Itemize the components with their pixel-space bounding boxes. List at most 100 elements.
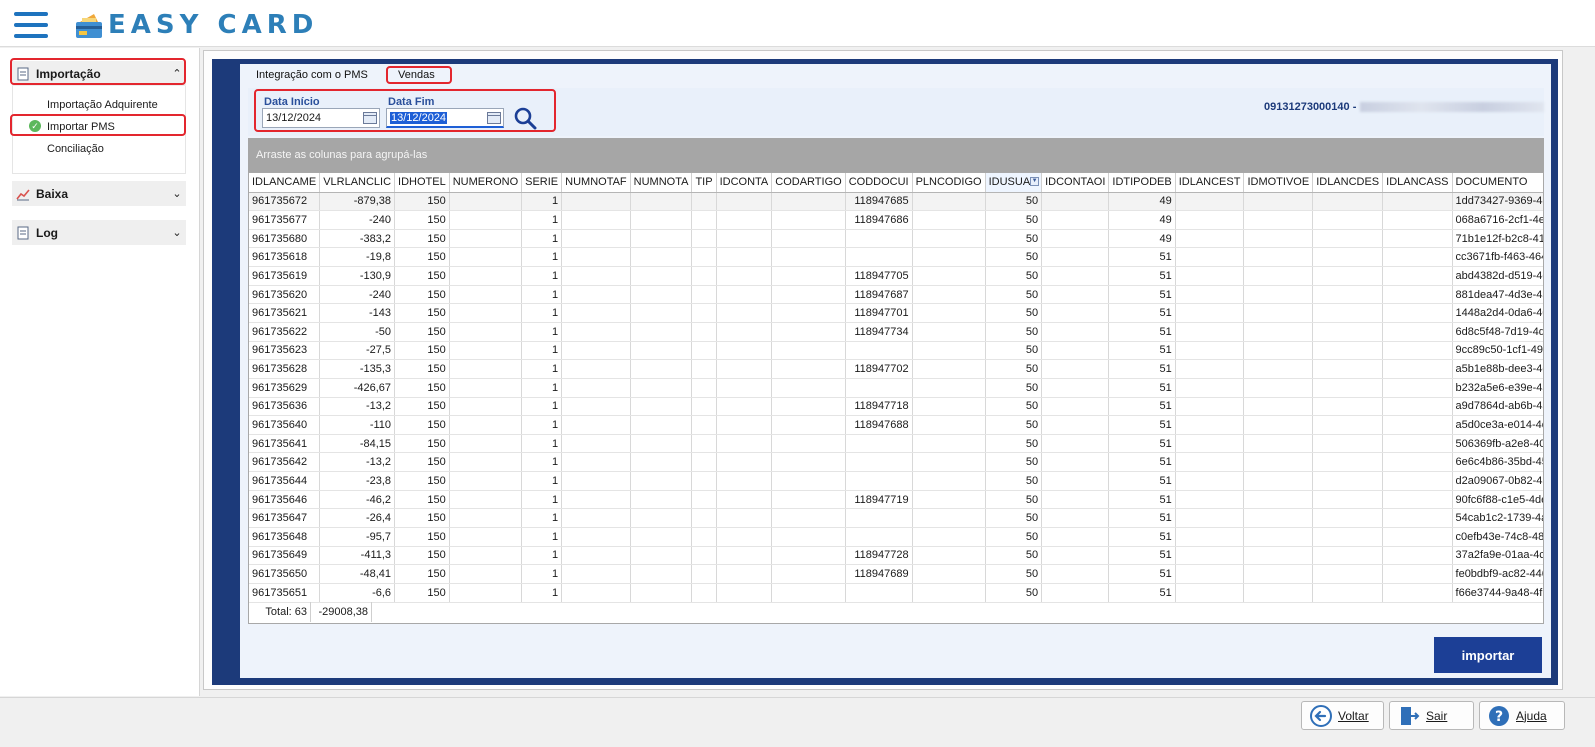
calendar-icon[interactable] bbox=[487, 112, 501, 124]
table-cell bbox=[1041, 210, 1110, 230]
table-row[interactable]: 961735642-13,2150150516e6c4b86-35bd-456a… bbox=[249, 452, 1543, 473]
importar-button[interactable]: importar bbox=[1434, 637, 1542, 673]
sidebar-section-importacao[interactable]: Importação ⌃ bbox=[12, 61, 186, 86]
table-row[interactable]: 961735646 -46,2 150 1 118947719 50 51 90fc6f88-… bbox=[249, 490, 1543, 510]
table-row[interactable]: 961735640 -110 150 1 118947688 50 51 a5d0ce3a-e… bbox=[249, 415, 1543, 435]
table-row[interactable]: 961735648-95,715015051c0efb43e-74c8-48ba… bbox=[249, 527, 1543, 547]
table-row[interactable]: 961735629-426,6715015051b232a5e6-e39e-4a… bbox=[249, 378, 1543, 398]
data-inicio-input[interactable]: 13/12/2024 bbox=[262, 108, 380, 128]
table-row[interactable]: 961735619 -130,9 150 1 118947705 50 51 abd4382d… bbox=[249, 266, 1543, 286]
data-fim-input[interactable]: 13/12/2024 bbox=[386, 108, 504, 128]
chevron-up-icon[interactable]: ⌃ bbox=[168, 67, 186, 80]
table-cell bbox=[1041, 397, 1110, 417]
table-cell bbox=[1382, 397, 1453, 417]
table-row[interactable]: 961735618-19,815015051cc3671fb-f463-464b… bbox=[249, 247, 1543, 268]
table-row[interactable]: 961735672 -879,38 150 1 118947685 50 49 1dd7342… bbox=[249, 192, 1543, 212]
column-header-serie[interactable]: SERIE bbox=[521, 173, 563, 193]
table-cell bbox=[1312, 583, 1384, 603]
sidebar-section-log[interactable]: Log ⌄ bbox=[12, 220, 186, 245]
table-cell: 1 bbox=[521, 210, 563, 230]
column-header-idhotel[interactable]: IDHOTEL bbox=[394, 173, 450, 193]
table-cell bbox=[630, 434, 693, 454]
column-header-idlancest[interactable]: IDLANCEST bbox=[1175, 173, 1245, 193]
table-row[interactable]: 961735622 -50 150 1 118947734 50 51 6d8c5f48-7d… bbox=[249, 322, 1543, 342]
table-cell bbox=[912, 527, 986, 547]
table-cell: 150 bbox=[394, 210, 450, 230]
table-cell bbox=[449, 583, 523, 603]
chevron-down-icon[interactable]: ⌄ bbox=[168, 187, 186, 200]
table-cell bbox=[1312, 303, 1384, 323]
table-row[interactable]: 961735650 -48,41 150 1 118947689 50 51 fe0bdbf9… bbox=[249, 564, 1543, 584]
table-cell bbox=[1175, 247, 1245, 268]
group-by-area[interactable]: Arraste as colunas para agrupá-las bbox=[248, 138, 1544, 172]
table-cell bbox=[771, 378, 846, 398]
column-header-idusuar[interactable]: IDUSUAR ▼ bbox=[985, 173, 1043, 193]
table-cell bbox=[912, 397, 986, 417]
filter-icon[interactable]: ▼ bbox=[1030, 177, 1040, 186]
tab-vendas[interactable]: Vendas bbox=[398, 69, 435, 81]
column-header-coddocui[interactable]: CODDOCUI bbox=[845, 173, 913, 193]
table-cell bbox=[1175, 564, 1245, 584]
table-cell bbox=[716, 285, 773, 305]
table-row[interactable]: 961735628 -135,3 150 1 118947702 50 51 a5b1e88b… bbox=[249, 359, 1543, 379]
table-cell: 51 bbox=[1108, 247, 1176, 268]
table-row[interactable]: 961735644-23,815015051d2a09067-0b82-431b… bbox=[249, 471, 1543, 491]
column-header-idmotivoe[interactable]: IDMOTIVOE bbox=[1243, 173, 1314, 193]
table-row[interactable]: 961735620 -240 150 1 118947687 50 51 881dea47-4… bbox=[249, 285, 1543, 305]
table-cell bbox=[1382, 359, 1453, 379]
sidebar-item-conciliacao[interactable]: Conciliação bbox=[47, 143, 104, 155]
column-header-numnota[interactable]: NUMNOTA bbox=[630, 173, 693, 193]
table-cell: b232a5e6-e39e-4a5b-9 bbox=[1452, 378, 1543, 398]
sidebar-item-importar-pms[interactable]: Importar PMS bbox=[47, 121, 115, 133]
table-row[interactable]: 961735680-383,21501504971b1e12f-b2c8-411… bbox=[249, 229, 1543, 249]
table-cell bbox=[1175, 471, 1245, 491]
voltar-button[interactable]: Voltar bbox=[1301, 701, 1384, 730]
table-cell bbox=[1175, 378, 1245, 398]
table-cell: -240 bbox=[319, 210, 396, 230]
table-cell: 51 bbox=[1108, 471, 1176, 491]
table-row[interactable]: 961735641-84,1515015051506369fb-a2e8-40f… bbox=[249, 434, 1543, 454]
ajuda-button[interactable]: ? Ajuda bbox=[1479, 701, 1565, 730]
column-header-documento[interactable]: DOCUMENTO bbox=[1452, 173, 1543, 193]
table-cell bbox=[716, 415, 773, 435]
table-cell bbox=[771, 508, 846, 529]
chevron-down-icon[interactable]: ⌄ bbox=[168, 226, 186, 239]
table-cell bbox=[1243, 546, 1314, 566]
column-header-vlrlanclic[interactable]: VLRLANCLIC bbox=[319, 173, 396, 193]
column-header-idlancass[interactable]: IDLANCASS bbox=[1382, 173, 1453, 193]
column-header-idtipodeb[interactable]: IDTIPODEB bbox=[1108, 173, 1176, 193]
table-row[interactable]: 961735647-26,41501505154cab1c2-1739-4af6… bbox=[249, 508, 1543, 529]
column-header-idconta[interactable]: IDCONTA bbox=[716, 173, 773, 193]
column-header-tip[interactable]: TIP bbox=[691, 173, 717, 193]
table-cell: 150 bbox=[394, 359, 450, 379]
sidebar-item-importacao-adquirente[interactable]: Importação Adquirente bbox=[47, 99, 158, 111]
sair-button[interactable]: Sair bbox=[1389, 701, 1474, 730]
table-cell bbox=[912, 266, 986, 286]
calendar-icon[interactable] bbox=[363, 112, 377, 124]
table-row[interactable]: 961735636 -13,2 150 1 118947718 50 51 a9d7864d-… bbox=[249, 397, 1543, 417]
column-header-numerono[interactable]: NUMERONO bbox=[449, 173, 523, 193]
column-header-idcontaoi[interactable]: IDCONTAOI bbox=[1041, 173, 1110, 193]
table-row[interactable]: 961735651-6,615015051f66e3744-9a48-4f1e-… bbox=[249, 583, 1543, 603]
table-row[interactable]: 961735649 -411,3 150 1 118947728 50 51 37a2fa9e… bbox=[249, 546, 1543, 566]
menu-icon[interactable] bbox=[14, 12, 48, 38]
table-row[interactable]: 961735621 -143 150 1 118947701 50 51 1448a2d4-0… bbox=[249, 303, 1543, 323]
table-cell bbox=[630, 546, 693, 566]
table-cell: d2a09067-0b82-431b-a bbox=[1452, 471, 1543, 491]
tab-integracao-pms[interactable]: Integração com o PMS bbox=[256, 69, 368, 81]
column-header-plncodigo[interactable]: PLNCODIGO bbox=[912, 173, 986, 193]
sair-label: Sair bbox=[1426, 708, 1448, 723]
column-header-idlancame[interactable]: IDLANCAME bbox=[249, 173, 321, 193]
table-cell bbox=[1243, 397, 1314, 417]
table-cell bbox=[1382, 303, 1453, 323]
table-cell bbox=[912, 434, 986, 454]
table-row[interactable]: 961735677 -240 150 1 118947686 50 49 068a6716-2… bbox=[249, 210, 1543, 230]
column-header-numnotaf[interactable]: NUMNOTAF bbox=[561, 173, 631, 193]
column-header-idlancdes[interactable]: IDLANCDES bbox=[1312, 173, 1384, 193]
search-icon[interactable] bbox=[512, 105, 538, 131]
table-cell bbox=[912, 583, 986, 603]
table-cell bbox=[561, 397, 631, 417]
table-row[interactable]: 961735623-27,5150150519cc89c50-1cf1-4922… bbox=[249, 341, 1543, 361]
sidebar-section-baixa[interactable]: Baixa ⌄ bbox=[12, 181, 186, 206]
column-header-codartigo[interactable]: CODARTIGO bbox=[771, 173, 846, 193]
